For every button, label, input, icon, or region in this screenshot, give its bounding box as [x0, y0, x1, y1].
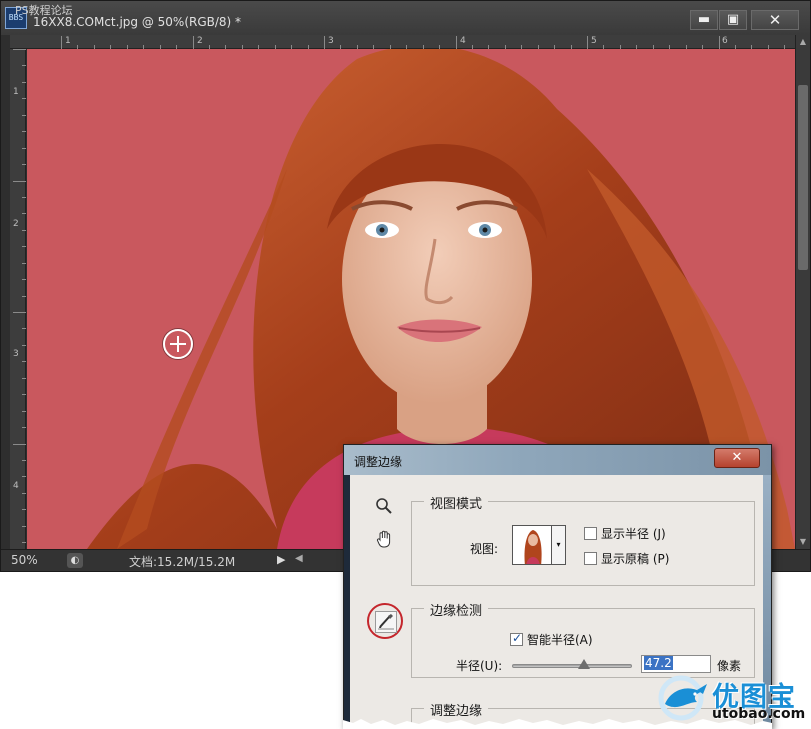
- ruler-label: 3: [328, 36, 334, 46]
- refine-radius-cursor: [163, 329, 193, 359]
- ruler-tick: [455, 36, 457, 49]
- ruler-tick: [22, 279, 26, 281]
- dialog-titlebar[interactable]: 调整边缘 ✕: [344, 445, 771, 475]
- ruler-tick: [13, 180, 26, 182]
- edge-detection-group: 边缘检测 智能半径(A) 半径(U): 47.2 像素: [411, 600, 755, 678]
- ruler-tick: [61, 36, 62, 49]
- radius-label: 半径(U):: [456, 659, 503, 673]
- ruler-tick: [22, 65, 26, 67]
- ruler-label: 4: [13, 481, 19, 491]
- radius-slider-thumb[interactable]: [577, 659, 590, 669]
- ruler-tick: [22, 196, 26, 198]
- ruler-label: 4: [460, 36, 466, 46]
- ruler-label: 3: [13, 349, 19, 359]
- status-menu-arrow-icon[interactable]: ▶: [277, 553, 285, 566]
- vertical-scrollbar[interactable]: ▲ ▼: [795, 35, 810, 549]
- refine-radius-brush-icon[interactable]: [375, 611, 397, 633]
- utobao-url: utobao.com: [712, 706, 806, 722]
- status-info-icon[interactable]: ◐: [67, 553, 83, 568]
- ruler-tick: [22, 131, 26, 133]
- ruler-tick: [22, 542, 26, 544]
- scroll-down-icon[interactable]: ▼: [796, 535, 810, 549]
- radius-value: 47.2: [644, 656, 673, 670]
- view-label: 视图:: [470, 542, 499, 556]
- radius-slider[interactable]: [512, 659, 632, 669]
- ruler-tick: [22, 492, 26, 494]
- document-info: 文档:15.2M/15.2M: [129, 555, 236, 569]
- zoom-icon[interactable]: [374, 497, 394, 517]
- ruler-tick: [22, 229, 26, 231]
- vertical-ruler[interactable]: 1 2 3 4: [10, 49, 26, 549]
- view-dropdown-chevron-icon[interactable]: ▾: [552, 525, 566, 565]
- ruler-tick: [22, 246, 26, 248]
- show-original-checkbox[interactable]: [584, 552, 597, 565]
- dialog-close-button[interactable]: ✕: [714, 448, 760, 468]
- show-radius-checkbox[interactable]: [584, 527, 597, 540]
- ruler-label: 6: [722, 36, 728, 46]
- ruler-tick: [22, 262, 26, 264]
- ruler-tick: [22, 410, 26, 412]
- ruler-tick: [22, 459, 26, 461]
- radius-input[interactable]: 47.2: [641, 655, 711, 673]
- view-preview-thumbnail[interactable]: [512, 525, 552, 565]
- ruler-tick: [22, 213, 26, 215]
- view-mode-group: 视图模式 视图: ▾ 显示半径 (J) 显示原稿 (P): [411, 493, 755, 586]
- ruler-tick: [587, 36, 588, 49]
- scroll-up-icon[interactable]: ▲: [796, 35, 810, 49]
- ruler-label: 2: [13, 219, 19, 229]
- close-button[interactable]: ✕: [751, 10, 799, 30]
- screenshot-stage: BBS PS教程论坛 16XX8.COMct.jpg @ 50%(RGB/8) …: [0, 0, 811, 729]
- ruler-tick: [22, 377, 26, 379]
- zoom-level[interactable]: 50%: [11, 553, 38, 567]
- scroll-left-icon[interactable]: ◀: [295, 553, 303, 564]
- show-original-label: 显示原稿 (P): [601, 552, 670, 566]
- ruler-tick: [22, 525, 26, 527]
- ruler-tick: [13, 49, 26, 50]
- ruler-tick: [22, 81, 26, 83]
- ruler-tick: [22, 114, 26, 116]
- minimize-button[interactable]: ▬: [690, 10, 718, 30]
- ruler-tick: [324, 36, 325, 49]
- ruler-tick: [22, 394, 26, 396]
- ruler-tick: [22, 147, 26, 149]
- hand-icon[interactable]: [374, 529, 396, 551]
- radius-unit: 像素: [717, 659, 742, 673]
- ruler-tick: [22, 295, 26, 297]
- smart-radius-label: 智能半径(A): [527, 633, 593, 647]
- ruler-tick: [192, 36, 194, 49]
- edge-detection-label: 边缘检测: [424, 600, 489, 619]
- show-radius-option[interactable]: 显示半径 (J): [584, 525, 666, 542]
- ruler-tick: [13, 312, 26, 313]
- ruler-tick: [13, 443, 26, 445]
- ruler-label: 5: [591, 36, 597, 46]
- view-mode-label: 视图模式: [424, 493, 489, 512]
- maximize-button[interactable]: ▣: [719, 10, 747, 30]
- document-title: 16XX8.COMct.jpg @ 50%(RGB/8) *: [33, 15, 242, 29]
- horizontal-ruler[interactable]: 1 2 3 4 5 6: [10, 35, 795, 49]
- document-titlebar[interactable]: BBS PS教程论坛 16XX8.COMct.jpg @ 50%(RGB/8) …: [1, 1, 810, 35]
- ruler-tick: [22, 164, 26, 166]
- ruler-tick: [22, 98, 26, 100]
- smart-radius-option[interactable]: 智能半径(A): [510, 631, 593, 648]
- ruler-label: 2: [197, 36, 203, 46]
- show-original-option[interactable]: 显示原稿 (P): [584, 550, 669, 567]
- smart-radius-checkbox[interactable]: [510, 631, 523, 646]
- ruler-label: 1: [13, 87, 19, 97]
- ruler-tick: [22, 328, 26, 330]
- scrollbar-thumb[interactable]: [798, 85, 808, 270]
- ruler-tick: [22, 476, 26, 478]
- ruler-tick: [22, 344, 26, 346]
- refine-radius-tool-highlight[interactable]: [367, 603, 403, 639]
- ruler-tick: [718, 36, 720, 49]
- dialog-title: 调整边缘: [354, 455, 403, 469]
- ruler-label: 1: [65, 36, 71, 46]
- ruler-tick: [22, 509, 26, 511]
- ruler-tick: [22, 427, 26, 429]
- ruler-tick: [22, 361, 26, 363]
- show-radius-label: 显示半径 (J): [601, 527, 666, 541]
- utobao-bird-logo-icon: [658, 675, 707, 721]
